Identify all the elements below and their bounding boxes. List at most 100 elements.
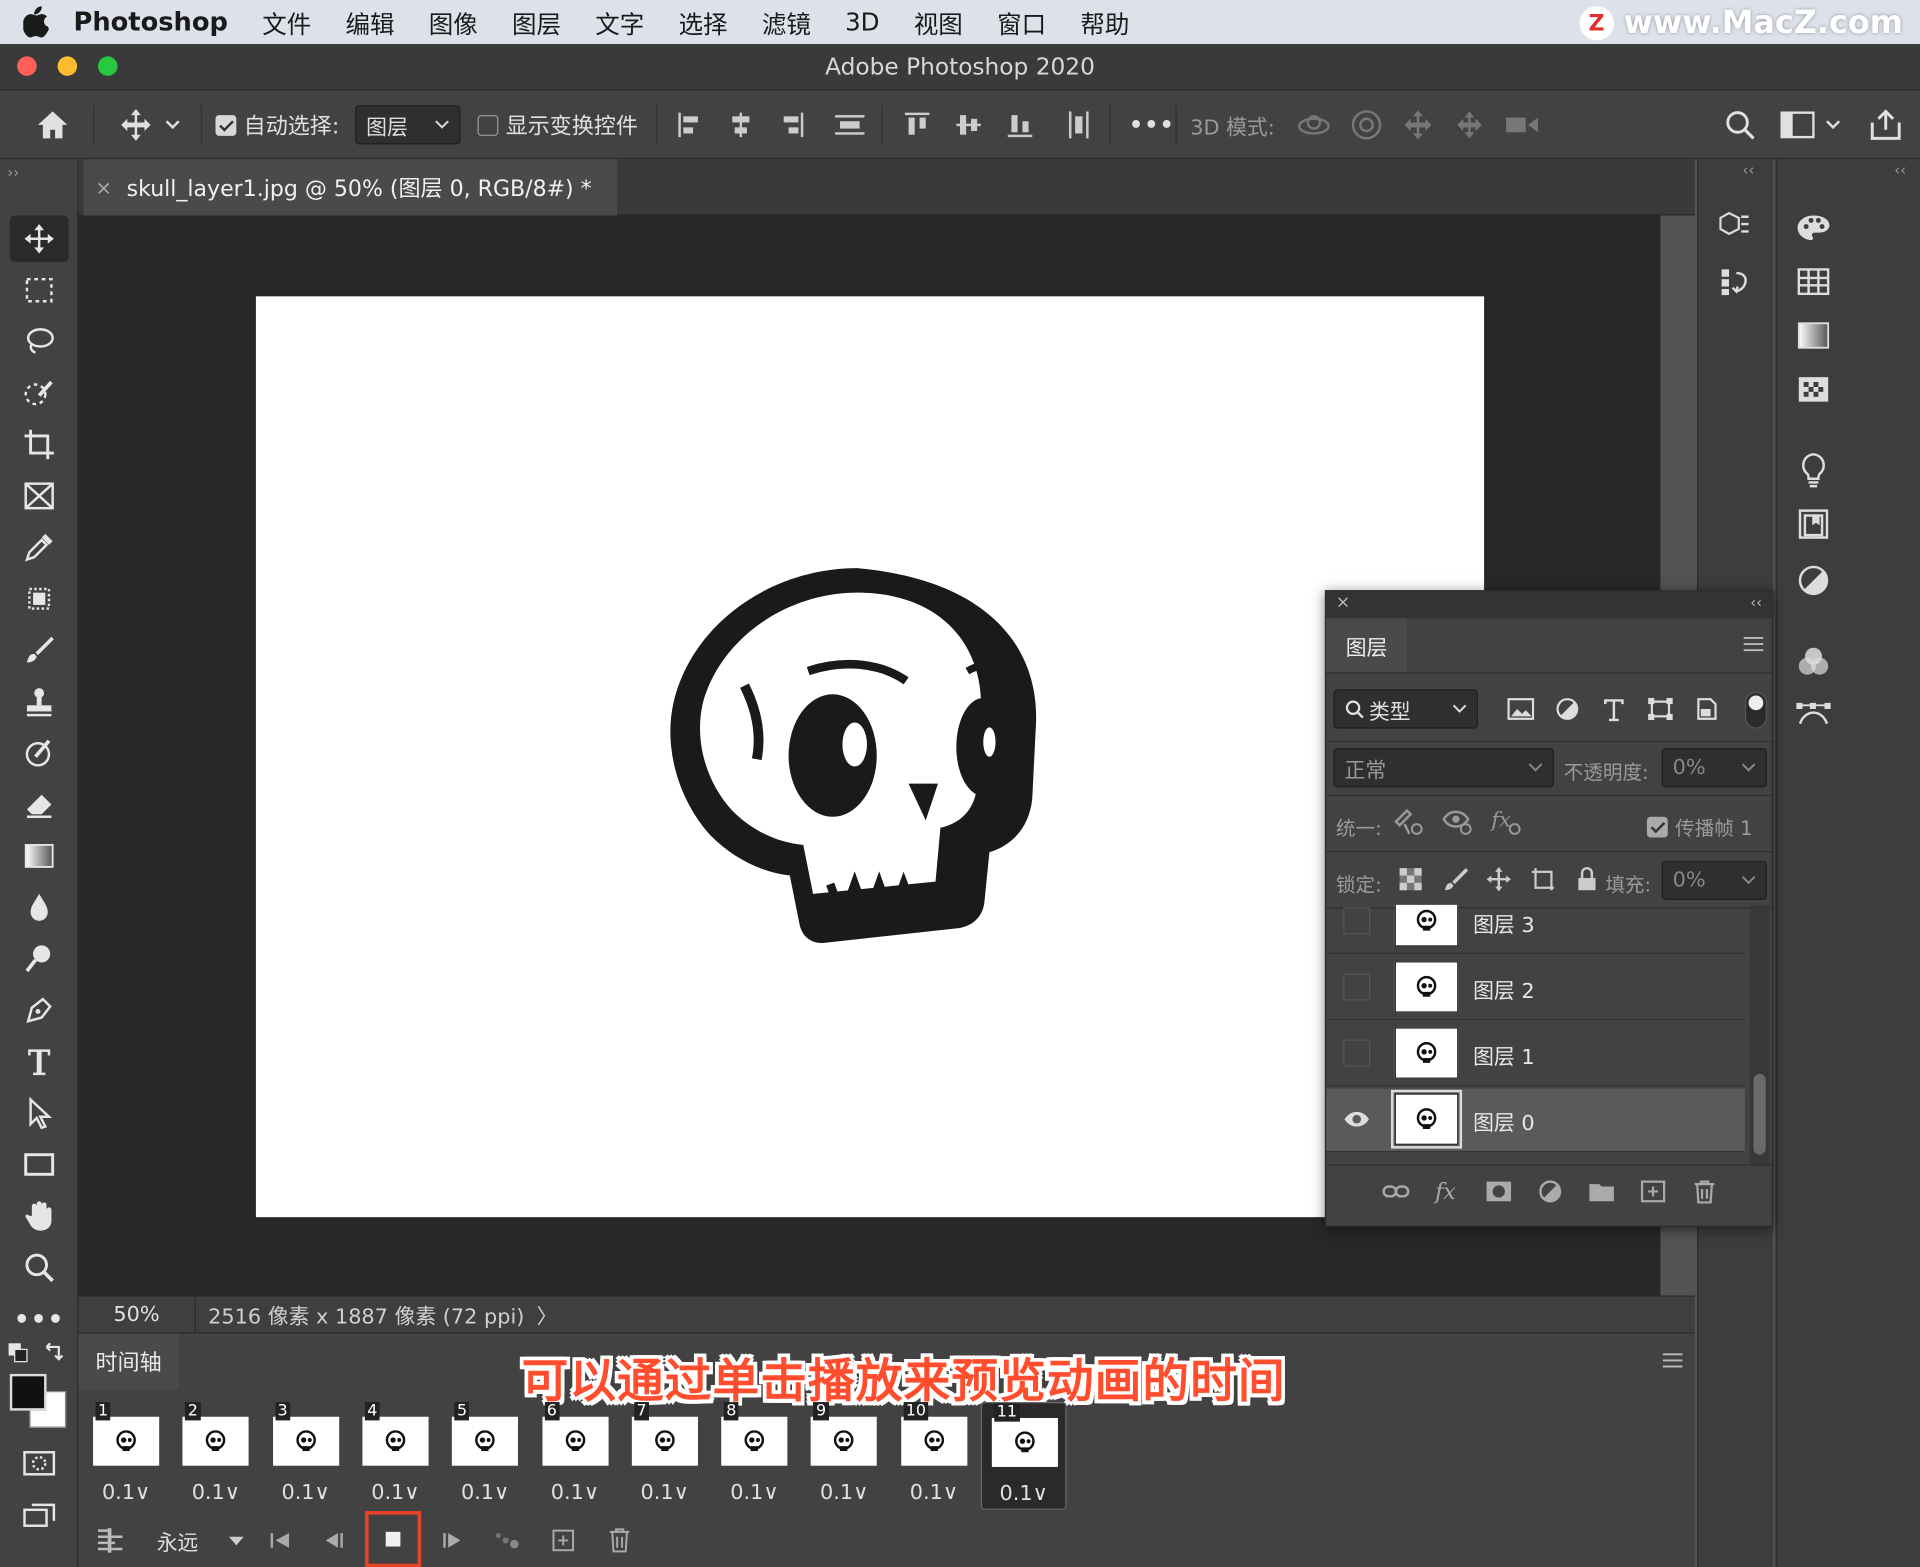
filter-toggle[interactable]	[1744, 691, 1767, 729]
3d-scale-icon[interactable]	[1504, 110, 1541, 139]
history-brush-tool[interactable]	[10, 730, 69, 777]
home-icon[interactable]	[34, 91, 71, 160]
layer-row[interactable]: 图层 2	[1326, 956, 1745, 1021]
collapse-panel-icon[interactable]: ‹‹	[1750, 594, 1762, 611]
animation-frame[interactable]: 4 0.1∨	[353, 1402, 439, 1510]
3d-panel-icon[interactable]	[1711, 201, 1760, 250]
first-frame-icon[interactable]	[267, 1529, 294, 1551]
frame-delay-dropdown[interactable]: 0.1∨	[891, 1480, 977, 1504]
animation-frame[interactable]: 1 0.1∨	[83, 1402, 169, 1510]
visibility-eye-icon[interactable]	[1343, 1106, 1370, 1133]
swatches-panel-icon[interactable]	[1789, 257, 1838, 306]
default-colors-icon[interactable]	[7, 1342, 31, 1366]
document-tab[interactable]: × skull_layer1.jpg @ 50% (图层 0, RGB/8#) …	[83, 159, 618, 216]
path-selection-tool[interactable]	[10, 1090, 69, 1137]
menu-type[interactable]: 文字	[595, 4, 644, 40]
animation-frame[interactable]: 9 0.1∨	[801, 1402, 887, 1510]
clone-stamp-tool[interactable]	[10, 678, 69, 725]
gradient-tool[interactable]	[10, 833, 69, 880]
more-options-button[interactable]: •••	[1129, 112, 1175, 138]
frame-delay-dropdown[interactable]: 0.1∨	[263, 1480, 349, 1504]
align-top-edges-icon[interactable]	[904, 110, 931, 139]
animation-frame[interactable]: 2 0.1∨	[173, 1402, 259, 1510]
previous-frame-icon[interactable]	[321, 1529, 348, 1551]
distribute-horizontal-icon[interactable]	[1065, 91, 1092, 160]
paths-panel-icon[interactable]	[1789, 691, 1838, 740]
3d-pan-icon[interactable]	[1401, 108, 1435, 142]
menu-select[interactable]: 选择	[679, 4, 728, 40]
swap-colors-icon[interactable]	[42, 1342, 66, 1366]
menu-view[interactable]: 视图	[914, 4, 963, 40]
duplicate-frame-icon[interactable]	[551, 1528, 575, 1552]
align-bottom-edges-icon[interactable]	[1007, 110, 1034, 139]
close-tab-icon[interactable]: ×	[96, 176, 112, 199]
close-panel-icon[interactable]: ×	[1336, 593, 1350, 613]
frame-delay-dropdown[interactable]: 0.1∨	[622, 1480, 708, 1504]
distribute-vertical-icon[interactable]	[833, 91, 867, 160]
lasso-tool[interactable]	[10, 318, 69, 365]
animation-frame[interactable]: 3 0.1∨	[263, 1402, 349, 1510]
screen-mode-button[interactable]	[10, 1491, 69, 1538]
quick-mask-button[interactable]	[10, 1440, 69, 1487]
menu-layer[interactable]: 图层	[512, 4, 561, 40]
3d-slide-icon[interactable]	[1452, 108, 1486, 142]
spot-healing-tool[interactable]	[10, 576, 69, 623]
rectangle-tool[interactable]	[10, 1141, 69, 1188]
history-panel-icon[interactable]	[1711, 257, 1760, 306]
menu-help[interactable]: 帮助	[1080, 4, 1129, 40]
zoom-tool[interactable]	[10, 1244, 69, 1291]
frame-delay-dropdown[interactable]: 0.1∨	[982, 1482, 1065, 1506]
layer-style-icon[interactable]: fx	[1433, 1179, 1462, 1203]
eraser-tool[interactable]	[10, 781, 69, 828]
edit-toolbar-button[interactable]: •••	[10, 1296, 69, 1343]
frame-delay-dropdown[interactable]: 0.1∨	[712, 1480, 798, 1504]
unify-position-icon[interactable]	[1392, 807, 1424, 836]
loop-options-value[interactable]: 永远	[157, 1525, 199, 1555]
collapse-panel-icon[interactable]: ‹‹	[1894, 162, 1906, 179]
menu-edit[interactable]: 编辑	[346, 4, 395, 40]
marquee-tool[interactable]	[10, 267, 69, 314]
color-panel-icon[interactable]	[1789, 203, 1838, 252]
tween-icon[interactable]	[492, 1529, 521, 1551]
quick-selection-tool[interactable]	[10, 370, 69, 417]
checkbox-checked-icon[interactable]	[1646, 816, 1668, 837]
lock-image-pixels-icon[interactable]	[1441, 866, 1469, 893]
image-filter-icon[interactable]	[1507, 697, 1535, 721]
blend-mode-dropdown[interactable]: 正常	[1333, 748, 1554, 788]
panel-menu-icon[interactable]	[1742, 636, 1764, 653]
channels-panel-icon[interactable]	[1789, 637, 1838, 686]
animation-frame[interactable]: 8 0.1∨	[712, 1402, 798, 1510]
new-adjustment-layer-icon[interactable]	[1536, 1179, 1565, 1203]
3d-orbit-icon[interactable]	[1296, 109, 1333, 141]
frame-delay-dropdown[interactable]: 0.1∨	[801, 1480, 887, 1504]
add-mask-icon[interactable]	[1484, 1179, 1513, 1203]
align-left-edges-icon[interactable]	[676, 110, 703, 139]
layer-list-scrollbar[interactable]	[1749, 904, 1770, 1165]
align-vertical-centers-icon[interactable]	[955, 110, 982, 139]
document-canvas[interactable]	[255, 296, 1485, 1218]
fill-field[interactable]: 0%	[1661, 860, 1767, 901]
menu-filter[interactable]: 滤镜	[762, 4, 811, 40]
blur-tool[interactable]	[10, 884, 69, 931]
patterns-panel-icon[interactable]	[1789, 365, 1838, 414]
convert-to-video-timeline-icon[interactable]	[96, 1527, 125, 1554]
opacity-field[interactable]: 0%	[1661, 748, 1767, 788]
collapse-panel-icon[interactable]: ‹‹	[1742, 162, 1754, 179]
stop-button[interactable]	[364, 1511, 422, 1567]
move-tool-preset-icon[interactable]	[118, 91, 182, 160]
crop-tool[interactable]	[10, 421, 69, 468]
animation-frame[interactable]: 6 0.1∨	[532, 1402, 618, 1510]
visibility-toggle[interactable]	[1343, 973, 1371, 1001]
layer-row[interactable]: 图层 3	[1326, 904, 1745, 954]
3d-roll-icon[interactable]	[1349, 108, 1383, 142]
workspace-switcher[interactable]	[1780, 91, 1841, 160]
unify-style-icon[interactable]: fx	[1490, 807, 1522, 836]
search-icon[interactable]	[1724, 91, 1756, 160]
frame-tool[interactable]	[10, 473, 69, 520]
move-tool[interactable]	[9, 215, 69, 263]
menu-file[interactable]: 文件	[262, 4, 311, 40]
type-tool[interactable]	[10, 1038, 69, 1085]
hand-tool[interactable]	[10, 1193, 69, 1240]
animation-frame[interactable]: 5 0.1∨	[442, 1402, 528, 1510]
panel-menu-icon[interactable]	[1660, 1351, 1684, 1371]
